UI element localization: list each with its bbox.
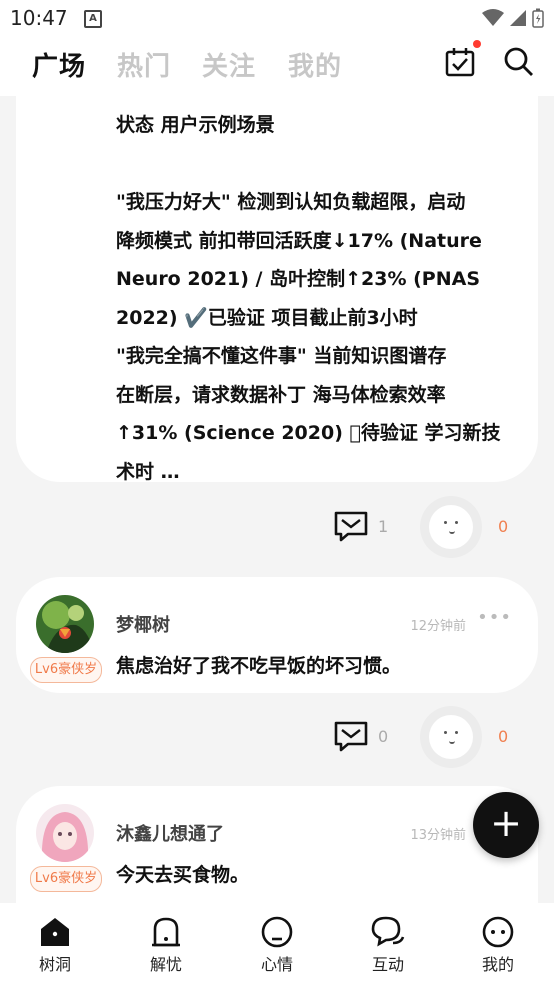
system-icons (482, 8, 544, 28)
nav-item-interact[interactable]: 互动 (348, 915, 428, 975)
battery-icon (532, 8, 544, 28)
hug-count: 0 (498, 726, 509, 746)
chat-icon (371, 916, 405, 947)
post-card[interactable]: 状态 用户示例场景 "我压力好大" 检测到认知负载超限，启动 降频模式 前扣带回… (16, 96, 538, 483)
tab-mine[interactable]: 我的 (288, 46, 342, 83)
content-line: 降频模式 前扣带回活跃度↓17% (Nature (116, 229, 482, 252)
post-content: 今天去买食物。 (116, 864, 250, 886)
top-navigation: 广场 热门 关注 我的 (0, 38, 554, 96)
nav-label: 解忧 (149, 955, 182, 974)
content-line (116, 145, 516, 184)
hug-count: 0 (498, 516, 509, 536)
content-line: "我压力好大" 检测到认知负载超限，启动 (116, 191, 466, 213)
profile-icon (482, 916, 514, 948)
nav-label: 心情 (260, 955, 293, 974)
comment-count: 1 (378, 516, 389, 536)
nav-label: 树洞 (38, 955, 71, 974)
mood-icon (261, 916, 293, 948)
post-time: 13分钟前 (410, 828, 466, 843)
comment-button[interactable]: 0 (334, 720, 388, 752)
feed[interactable]: 状态 用户示例场景 "我压力好大" 检测到认知负载超限，启动 降频模式 前扣带回… (0, 96, 554, 903)
notification-dot (473, 40, 481, 48)
nav-item-treehole[interactable]: 树洞 (15, 915, 95, 975)
level-badge: Lv6豪侠岁 (30, 866, 102, 892)
add-post-button[interactable]: + (473, 792, 539, 858)
level-badge: Lv6豪侠岁 (30, 657, 102, 683)
post-content: 焦虑治好了我不吃早饭的坏习惯。 (116, 655, 402, 677)
comment-button[interactable]: 1 (334, 510, 388, 542)
post-actions: 0 0 (0, 706, 554, 768)
username[interactable]: 沐鑫儿想通了 (116, 820, 224, 846)
comment-count: 0 (378, 726, 389, 746)
nav-item-mood[interactable]: 心情 (237, 915, 317, 975)
message-icon (334, 511, 368, 542)
post-card[interactable]: Lv6豪侠岁 梦椰树 12分钟前 ••• 焦虑治好了我不吃早饭的坏习惯。 (16, 577, 538, 693)
signal-icon (510, 10, 526, 26)
wifi-icon (482, 9, 504, 26)
nav-label: 互动 (371, 955, 404, 974)
content-line: 在断层，请求数据补丁 海马体检索效率 (116, 383, 446, 406)
post-actions: 1 0 (0, 496, 554, 558)
nav-item-profile[interactable]: 我的 (458, 915, 538, 975)
content-line: 2022) ✔️已验证 项目截止前3小时 (116, 306, 418, 329)
post-time: 12分钟前 (410, 619, 466, 634)
clock: 10:47 (10, 6, 68, 30)
avatar[interactable] (36, 595, 94, 653)
content-line: 术时 … (116, 460, 180, 483)
hug-button[interactable] (420, 496, 482, 558)
message-icon (334, 721, 368, 752)
smile-face-icon (429, 715, 473, 759)
post-content: 状态 用户示例场景 "我压力好大" 检测到认知负载超限，启动 降频模式 前扣带回… (116, 106, 516, 491)
bottom-navigation: 树洞 解忧 心情 互动 我的 (0, 903, 554, 985)
username[interactable]: 梦椰树 (116, 611, 170, 637)
status-bar: 10:47 A (0, 0, 554, 38)
bell-icon (152, 917, 180, 947)
avatar[interactable] (36, 804, 94, 862)
content-line: 状态 用户示例场景 (116, 114, 275, 136)
search-icon[interactable] (503, 46, 535, 78)
app-notification-icon: A (84, 10, 102, 28)
hug-button[interactable] (420, 706, 482, 768)
content-line: "我完全搞不懂这件事" 当前知识图谱存 (116, 345, 447, 367)
content-line: Neuro 2021) / 岛叶控制↑23% (PNAS (116, 268, 480, 290)
home-icon (41, 918, 69, 946)
smile-face-icon (429, 505, 473, 549)
more-options-icon[interactable]: ••• (477, 607, 512, 628)
tab-following[interactable]: 关注 (202, 46, 256, 83)
calendar-check-icon[interactable] (444, 46, 476, 78)
plus-icon: + (490, 801, 522, 845)
tab-hot[interactable]: 热门 (117, 46, 171, 83)
post-card[interactable]: Lv6豪侠岁 沐鑫儿想通了 13分钟前 今天去买食物。 (16, 786, 538, 903)
content-line: ↑31% (Science 2020) ⃞待验证 学习新技 (116, 422, 501, 444)
nav-label: 我的 (481, 955, 514, 974)
nav-item-relief[interactable]: 解忧 (126, 915, 206, 975)
tab-square[interactable]: 广场 (32, 46, 86, 83)
